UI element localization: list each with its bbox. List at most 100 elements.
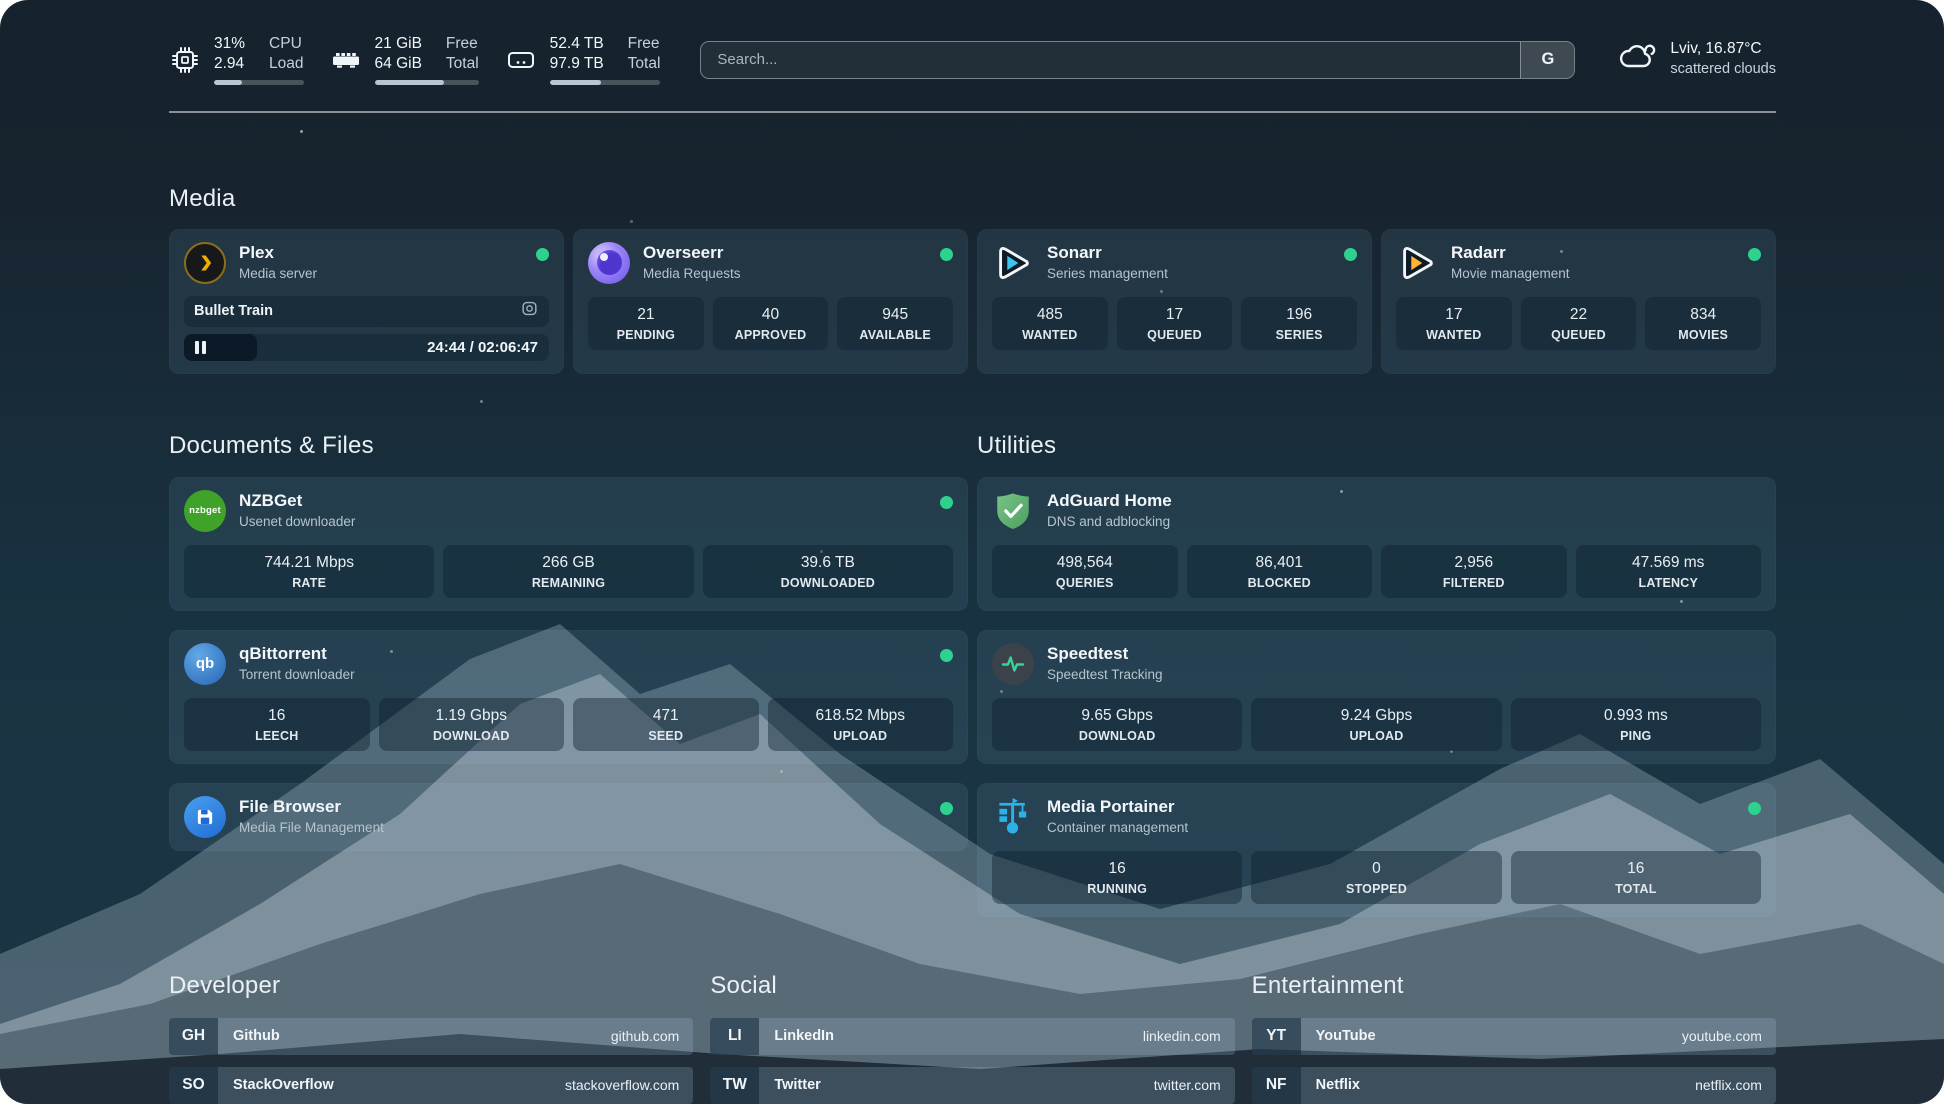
filebrowser-icon [184, 796, 226, 838]
cpu-label: CPU [269, 34, 303, 54]
stat-label: UPLOAD [1257, 729, 1495, 743]
app-name: Sonarr [1047, 243, 1331, 263]
stat-value: 834 [1651, 306, 1755, 324]
app-card-overseerr[interactable]: Overseerr Media Requests 21 PENDING 40 A… [573, 229, 968, 374]
bookmark-netflix[interactable]: NF Netflix netflix.com [1252, 1067, 1776, 1104]
bookmark-url: netflix.com [1695, 1077, 1776, 1093]
search-bar: G [700, 41, 1575, 79]
stat-value: 22 [1527, 306, 1631, 324]
stat-label: TOTAL [1517, 882, 1755, 896]
stat-box-seed: 471 SEED [573, 698, 759, 751]
disk-label2: Total [628, 54, 661, 74]
portainer-icon [992, 796, 1034, 838]
app-card-speedtest[interactable]: Speedtest Speedtest Tracking 9.65 Gbps D… [977, 630, 1776, 764]
disk-stat: 52.4 TB 97.9 TB Free Total [505, 34, 661, 85]
plex-icon [184, 242, 226, 284]
stat-value: 196 [1247, 306, 1351, 324]
app-card-nzbget[interactable]: nzbget NZBGet Usenet downloader 744.21 M… [169, 477, 968, 611]
stat-label: MOVIES [1651, 328, 1755, 342]
app-card-radarr[interactable]: Radarr Movie management 17 WANTED 22 QUE… [1381, 229, 1776, 374]
bookmark-twitter[interactable]: TW Twitter twitter.com [710, 1067, 1234, 1104]
app-card-filebrowser[interactable]: File Browser Media File Management [169, 783, 968, 851]
disk-label: Free [628, 34, 661, 54]
cloud-icon [1617, 40, 1657, 79]
stat-value: 17 [1123, 306, 1227, 324]
status-dot [940, 248, 953, 261]
status-dot [940, 496, 953, 509]
app-card-adguard[interactable]: AdGuard Home DNS and adblocking 498,564 … [977, 477, 1776, 611]
stat-box-available: 945 AVAILABLE [837, 297, 953, 350]
stat-box-leech: 16 LEECH [184, 698, 370, 751]
ram-label: Free [446, 34, 479, 54]
stat-box-queued: 17 QUEUED [1117, 297, 1233, 350]
playback-progress-bar[interactable]: 24:44 / 02:06:47 [184, 334, 549, 361]
radarr-icon [1396, 242, 1438, 284]
playback-time: 24:44 / 02:06:47 [427, 339, 549, 356]
bookmark-name: StackOverflow [233, 1077, 334, 1093]
app-card-portainer[interactable]: Media Portainer Container management 16 … [977, 783, 1776, 917]
now-playing-row: Bullet Train [184, 296, 549, 327]
search-input[interactable] [701, 42, 1520, 78]
stat-label: PENDING [594, 328, 698, 342]
app-card-qbittorrent[interactable]: qb qBittorrent Torrent downloader 16 LEE… [169, 630, 968, 764]
disk-progress-fill [550, 80, 601, 85]
nzbget-icon-text: nzbget [189, 505, 221, 516]
stat-value: 16 [998, 860, 1236, 878]
app-subtitle: DNS and adblocking [1047, 514, 1761, 529]
stat-value: 40 [719, 306, 823, 324]
status-dot [940, 649, 953, 662]
section-title-utilities: Utilities [977, 432, 1776, 460]
stat-label: LEECH [190, 729, 364, 743]
cpu-progress-track [214, 80, 304, 85]
stat-value: 2,956 [1387, 554, 1561, 572]
stat-value: 266 GB [449, 554, 687, 572]
stat-box-blocked: 86,401 BLOCKED [1187, 545, 1373, 598]
stat-value: 618.52 Mbps [774, 707, 948, 725]
stat-box-remaining: 266 GB REMAINING [443, 545, 693, 598]
search-engine-button[interactable]: G [1520, 42, 1574, 78]
bookmark-name: YouTube [1316, 1028, 1376, 1044]
stat-box-filtered: 2,956 FILTERED [1381, 545, 1567, 598]
header-divider [169, 111, 1776, 113]
overseerr-icon [588, 242, 630, 284]
stat-box-stopped: 0 STOPPED [1251, 851, 1501, 904]
stat-value: 471 [579, 707, 753, 725]
bookmark-linkedin[interactable]: LI LinkedIn linkedin.com [710, 1018, 1234, 1055]
stat-box-upload: 9.24 Gbps UPLOAD [1251, 698, 1501, 751]
stat-box-upload: 618.52 Mbps UPLOAD [768, 698, 954, 751]
stat-label: AVAILABLE [843, 328, 947, 342]
ram-icon [330, 44, 362, 76]
bookmark-github[interactable]: GH Github github.com [169, 1018, 693, 1055]
section-title-media: Media [169, 185, 1776, 213]
media-grid: Plex Media server Bullet Train [169, 229, 1776, 374]
ram-label2: Total [446, 54, 479, 74]
stat-box-approved: 40 APPROVED [713, 297, 829, 350]
app-card-sonarr[interactable]: Sonarr Series management 485 WANTED 17 Q… [977, 229, 1372, 374]
app-card-plex[interactable]: Plex Media server Bullet Train [169, 229, 564, 374]
stat-label: LATENCY [1582, 576, 1756, 590]
bookmark-youtube[interactable]: YT YouTube youtube.com [1252, 1018, 1776, 1055]
status-dot [940, 802, 953, 815]
app-name: File Browser [239, 797, 927, 817]
app-subtitle: Media Requests [643, 266, 927, 281]
bookmark-abbr: SO [169, 1067, 218, 1104]
app-name: Media Portainer [1047, 797, 1735, 817]
bookmark-abbr: GH [169, 1018, 218, 1055]
bookmark-name: Twitter [774, 1077, 820, 1093]
qbittorrent-icon-text: qb [196, 655, 214, 672]
utilities-column: Utilities [977, 432, 1776, 917]
stat-label: QUEUED [1123, 328, 1227, 342]
stat-value: 47.569 ms [1582, 554, 1756, 572]
pause-icon [195, 341, 206, 354]
app-subtitle: Usenet downloader [239, 514, 927, 529]
weather-widget[interactable]: Lviv, 16.87°C scattered clouds [1617, 39, 1776, 79]
app-name: NZBGet [239, 491, 927, 511]
stat-label: FILTERED [1387, 576, 1561, 590]
stat-label: QUEUED [1527, 328, 1631, 342]
stat-label: RUNNING [998, 882, 1236, 896]
ram-progress-track [375, 80, 479, 85]
bookmark-stackoverflow[interactable]: SO StackOverflow stackoverflow.com [169, 1067, 693, 1104]
stat-value: 21 [594, 306, 698, 324]
weather-location-temp: Lviv, 16.87°C [1670, 39, 1776, 60]
bookmark-url: twitter.com [1154, 1077, 1235, 1093]
